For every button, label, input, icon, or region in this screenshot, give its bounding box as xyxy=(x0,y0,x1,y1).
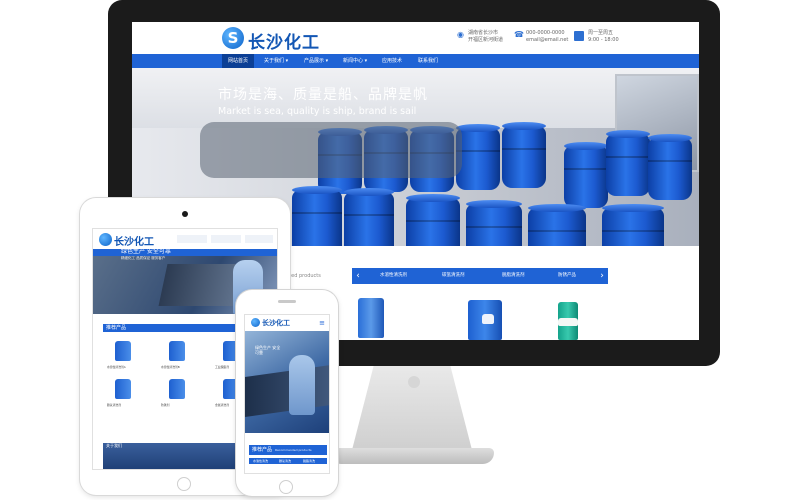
product-label xyxy=(482,314,494,324)
product-image xyxy=(169,379,185,399)
logo-icon[interactable]: S xyxy=(222,27,244,49)
barrel-image xyxy=(344,188,394,246)
hours-line1: 周一至周五 xyxy=(588,30,614,36)
section-title: 推荐产品 xyxy=(106,325,127,331)
product-tab[interactable]: 脱脂清洗 xyxy=(303,458,315,464)
site-header: S 长沙化工 ◉ 湖南省长沙市 开福区新河街道 ☎ 000-0000-0000 … xyxy=(132,22,699,54)
phone-speaker xyxy=(278,300,296,303)
product-image xyxy=(115,379,131,399)
banner-title-cn: 市场是海、质量是船、品牌是帆 xyxy=(218,87,428,103)
product-caption: 工业脱脂剂 xyxy=(215,365,229,369)
worker-figure xyxy=(289,355,315,415)
monitor-logo xyxy=(408,376,420,388)
banner-title: 绿色生产 安全可靠 xyxy=(121,248,171,255)
hours-line2: 9:00 - 18:00 xyxy=(588,37,619,43)
phone-screen: 长沙化工 ≡ 绿色生产 安全可靠 推荐产品 Recommended produc… xyxy=(244,314,330,474)
product-caption: 防锈剂 xyxy=(161,403,170,407)
header-address: 湖南省长沙市 开福区新河街道 xyxy=(468,30,503,44)
product-caption: 碳氢清洗剂 xyxy=(107,403,121,407)
product-tab[interactable]: 碳氢清洗 xyxy=(279,458,291,464)
machinery-image xyxy=(245,364,329,418)
hamburger-menu-icon[interactable]: ≡ xyxy=(319,319,325,327)
products-title-en: ded products xyxy=(288,273,321,279)
nav-about[interactable]: 关于我们 ▾ xyxy=(258,54,294,68)
product-card[interactable] xyxy=(109,379,139,401)
product-caption: 水溶性清洗剂B xyxy=(161,365,180,369)
barrel-image xyxy=(466,200,522,246)
barrel-image xyxy=(602,204,664,246)
nav-products[interactable]: 产品展示 ▾ xyxy=(298,54,334,68)
calendar-icon xyxy=(574,31,584,41)
address-line2: 开福区新河街道 xyxy=(468,37,504,43)
barrel-image xyxy=(564,142,608,208)
banner-title: 绿色生产 安全可靠 xyxy=(255,345,281,355)
main-nav: 网站首页 关于我们 ▾ 产品展示 ▾ 新闻中心 ▾ 应用技术 联系我们 xyxy=(132,54,699,68)
barrel-image xyxy=(502,122,546,188)
product-tab[interactable]: 脱脂清洗剂 xyxy=(502,268,525,284)
address-line1: 湖南省长沙市 xyxy=(468,30,499,36)
nav-tech[interactable]: 应用技术 xyxy=(376,54,408,68)
product-image[interactable] xyxy=(358,298,384,338)
header-hours xyxy=(245,235,273,243)
header-hours: 周一至周五 9:00 - 18:00 xyxy=(588,30,619,44)
logo-text[interactable]: 长沙化工 xyxy=(248,28,320,53)
logo-icon[interactable] xyxy=(99,233,112,246)
product-card[interactable] xyxy=(163,379,193,401)
chevron-right-icon[interactable]: › xyxy=(596,268,608,284)
barrel-image xyxy=(406,194,460,246)
phone-device: 长沙化工 ≡ 绿色生产 安全可靠 推荐产品 Recommended produc… xyxy=(236,290,338,496)
about-section-title: 关于我们 xyxy=(106,443,122,448)
chevron-left-icon[interactable]: ‹ xyxy=(352,268,364,284)
barrel-image xyxy=(528,204,586,246)
header-address xyxy=(177,235,207,243)
nav-news[interactable]: 新闻中心 ▾ xyxy=(337,54,373,68)
phone-home-button[interactable] xyxy=(279,480,293,494)
product-label xyxy=(558,318,578,326)
location-pin-icon: ◉ xyxy=(457,30,464,39)
product-image xyxy=(115,341,131,361)
product-tab[interactable]: 水溶性清洗 xyxy=(253,458,268,464)
phone-line: 000-0000-0000 xyxy=(526,30,565,36)
email-line: email@email.net xyxy=(526,37,569,43)
banner-subtitle: 精细化工 品质保证 服务客户 xyxy=(121,256,166,260)
section-subtitle: Recommended products xyxy=(275,448,312,452)
monitor-base xyxy=(330,448,494,464)
section-title: 推荐产品 xyxy=(252,447,273,453)
banner-title-en: Market is sea, quality is ship, brand is… xyxy=(218,106,417,117)
nav-home[interactable]: 网站首页 xyxy=(222,54,255,68)
nav-contact[interactable]: 联系我们 xyxy=(412,54,444,68)
product-tab[interactable]: 水溶性清洗剂 xyxy=(380,268,407,284)
product-caption: 水溶性清洗剂A xyxy=(107,365,126,369)
device-mockup-stage: S 长沙化工 ◉ 湖南省长沙市 开福区新河街道 ☎ 000-0000-0000 … xyxy=(0,0,800,500)
product-card[interactable] xyxy=(109,341,139,363)
logo-text[interactable]: 长沙化工 xyxy=(262,318,290,328)
barrel-image xyxy=(648,134,692,200)
barrel-image xyxy=(606,130,650,196)
logo-icon[interactable] xyxy=(251,318,260,327)
banner-caption-box xyxy=(200,122,462,178)
product-tab[interactable]: 防锈产品 xyxy=(558,268,576,284)
tablet-home-button[interactable] xyxy=(177,477,191,491)
phone-icon: ☎ xyxy=(514,30,524,39)
barrel-image xyxy=(456,124,500,190)
product-image xyxy=(169,341,185,361)
product-caption: 金属清洗剂 xyxy=(215,403,229,407)
product-category-tabs: ‹ 水溶性清洗剂 碳氢清洗剂 脱脂清洗剂 防锈产品 › xyxy=(352,268,608,284)
barrel-image xyxy=(292,186,342,246)
tablet-camera xyxy=(182,211,188,217)
header-contact: 000-0000-0000 email@email.net xyxy=(526,30,568,44)
header-contact xyxy=(211,235,241,243)
product-card[interactable] xyxy=(163,341,193,363)
product-tab[interactable]: 碳氢清洗剂 xyxy=(442,268,465,284)
